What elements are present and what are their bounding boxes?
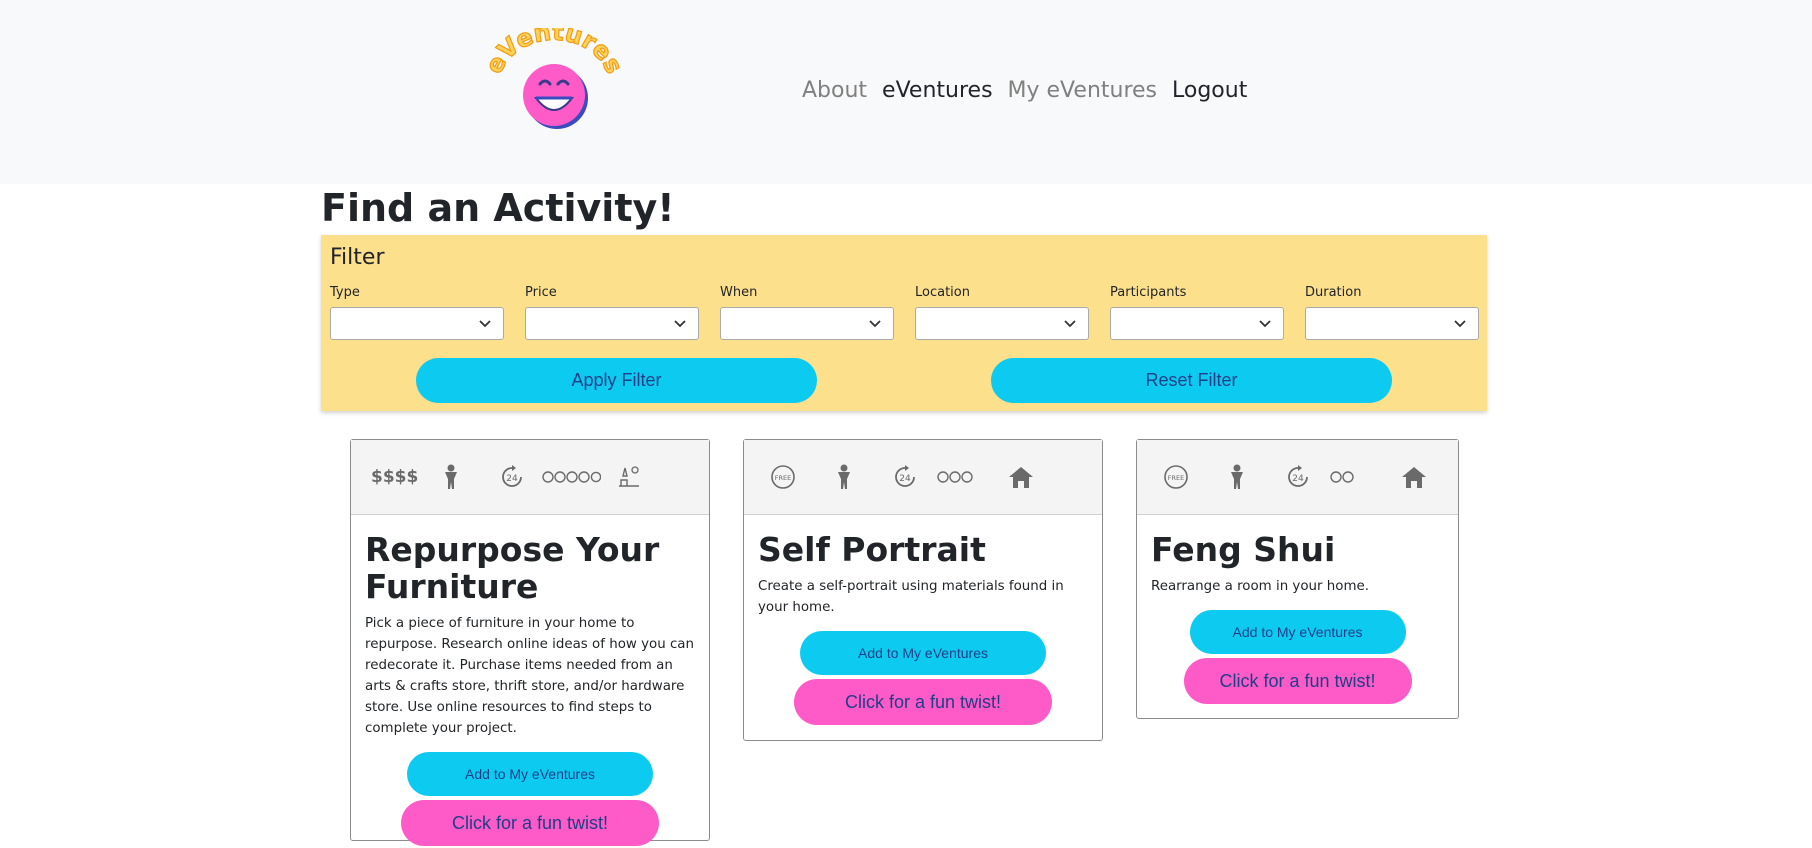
chevron-down-icon xyxy=(674,320,686,328)
apply-filter-button[interactable]: Apply Filter xyxy=(416,358,817,403)
nav-link-logout[interactable]: Logout xyxy=(1172,78,1247,103)
nav-link-eventures[interactable]: eVentures xyxy=(882,78,992,103)
activity-card: FREE 24 Feng Shui Rearrange a room in yo… xyxy=(1136,439,1459,719)
chevron-down-icon xyxy=(479,320,491,328)
home-icon xyxy=(1401,462,1427,492)
filter-panel: Filter Type Price When Location Particip… xyxy=(321,235,1487,411)
price-icon: $$$$ xyxy=(371,467,419,487)
duration-select[interactable] xyxy=(1305,307,1479,340)
participants-select[interactable] xyxy=(1110,307,1284,340)
page-title: Find an Activity! xyxy=(321,186,675,230)
activity-card: FREE 24 Self Portrait Create a self-port… xyxy=(743,439,1103,741)
filter-title: Filter xyxy=(330,245,385,270)
free-icon: FREE xyxy=(1163,462,1189,492)
main-nav: About eVentures My eVentures Logout xyxy=(802,78,1247,103)
svg-text:24: 24 xyxy=(899,474,911,484)
filter-type-label: Type xyxy=(330,285,360,300)
chevron-down-icon xyxy=(1259,320,1271,328)
person-icon xyxy=(1229,462,1245,492)
add-to-my-eventures-button[interactable]: Add to My eVentures xyxy=(407,752,653,797)
filter-participants: Participants xyxy=(1110,285,1284,340)
fun-twist-button[interactable]: Click for a fun twist! xyxy=(1183,658,1412,705)
filter-price-label: Price xyxy=(525,285,557,300)
duration-clocks-icon xyxy=(1329,462,1355,492)
when-select[interactable] xyxy=(720,307,894,340)
card-icons-row: $$$$ 24 xyxy=(351,440,709,515)
24-hour-clock-icon: 24 xyxy=(1285,462,1311,492)
chevron-down-icon xyxy=(1064,320,1076,328)
card-description: Pick a piece of furniture in your home t… xyxy=(365,616,695,736)
card-icons-row: FREE 24 xyxy=(744,440,1102,515)
svg-text:24: 24 xyxy=(1292,474,1304,484)
card-description: Create a self-portrait using materials f… xyxy=(758,579,1064,615)
eventures-logo[interactable]: eVentures xyxy=(479,17,629,132)
add-to-my-eventures-button[interactable]: Add to My eVentures xyxy=(800,631,1046,676)
home-icon xyxy=(1008,462,1034,492)
free-icon: FREE xyxy=(770,462,796,492)
card-description: Rearrange a room in your home. xyxy=(1151,579,1370,594)
filter-duration: Duration xyxy=(1305,285,1479,340)
filter-participants-label: Participants xyxy=(1110,285,1187,300)
card-title: Self Portrait xyxy=(758,530,986,569)
filter-price: Price xyxy=(525,285,699,340)
person-icon xyxy=(443,462,459,492)
filter-location-label: Location xyxy=(915,285,970,300)
24-hour-clock-icon: 24 xyxy=(499,462,525,492)
filter-location: Location xyxy=(915,285,1089,340)
24-hour-clock-icon: 24 xyxy=(892,462,918,492)
activity-card: $$$$ 24 Repurpose Your Furniture Pick a … xyxy=(350,439,710,847)
fun-twist-button[interactable]: Click for a fun twist! xyxy=(401,800,659,847)
navbar: eVentures About eVentures My eVentures L… xyxy=(0,0,1812,184)
nav-link-my-eventures[interactable]: My eVentures xyxy=(1008,78,1157,103)
duration-clocks-icon xyxy=(936,462,974,492)
duration-clocks-icon xyxy=(541,462,601,492)
filter-duration-label: Duration xyxy=(1305,285,1362,300)
free-text: FREE xyxy=(775,474,791,482)
filter-when-label: When xyxy=(720,285,758,300)
location-select[interactable] xyxy=(915,307,1089,340)
fun-twist-button[interactable]: Click for a fun twist! xyxy=(794,679,1052,726)
card-icons-row: FREE 24 xyxy=(1137,440,1458,515)
price-select[interactable] xyxy=(525,307,699,340)
svg-text:24: 24 xyxy=(506,474,518,484)
card-title: Repurpose Your Furniture xyxy=(365,530,660,606)
card-title: Feng Shui xyxy=(1151,530,1336,569)
filter-type: Type xyxy=(330,285,504,340)
outdoor-icon xyxy=(616,462,642,492)
chevron-down-icon xyxy=(869,320,881,328)
chevron-down-icon xyxy=(1454,320,1466,328)
add-to-my-eventures-button[interactable]: Add to My eVentures xyxy=(1189,610,1406,655)
person-icon xyxy=(836,462,852,492)
nav-link-about[interactable]: About xyxy=(802,78,867,103)
type-select[interactable] xyxy=(330,307,504,340)
free-text: FREE xyxy=(1168,474,1184,482)
filter-when: When xyxy=(720,285,894,340)
reset-filter-button[interactable]: Reset Filter xyxy=(991,358,1392,403)
